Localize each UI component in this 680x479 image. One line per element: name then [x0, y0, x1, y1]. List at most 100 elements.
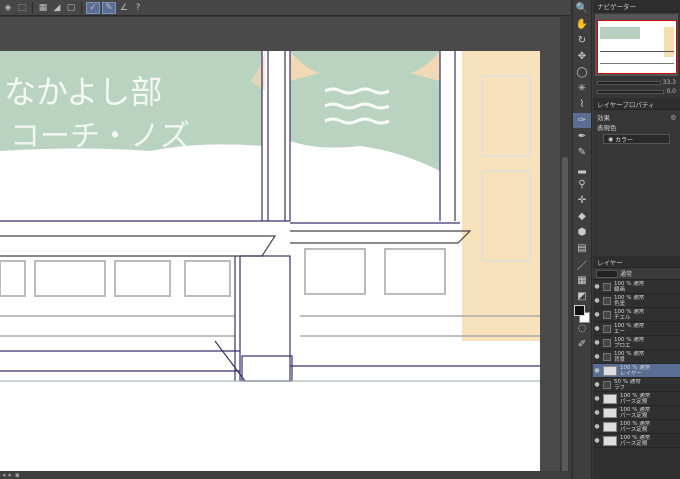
layer-thumbnail — [603, 393, 617, 404]
visibility-icon[interactable]: ● — [593, 311, 601, 318]
drawing-canvas[interactable]: なかよし部 コーチ・ノズ — [0, 51, 540, 471]
visibility-icon[interactable]: ● — [593, 423, 601, 430]
navigator-preview[interactable] — [595, 14, 678, 76]
visibility-icon[interactable]: ● — [593, 353, 601, 360]
blend-mode-bar: 通常 — [593, 268, 680, 280]
tool-palette: 🔍 ✋ ↻ ✥ ◯ ✳ ⌇ ✑ ✒ ✎ ▂ ⚲ ✛ ◆ ⬢ ▤ ／ ▦ ◩ A … — [572, 0, 592, 479]
blend-mode-select[interactable] — [596, 269, 618, 278]
pen-edit-icon[interactable]: ✎ — [102, 1, 116, 14]
layer-row[interactable]: ● 100 % 通常 パース定規 — [593, 434, 680, 448]
blend-tool-icon[interactable]: ✛ — [573, 193, 591, 208]
layer-panel-header[interactable]: レイヤー — [593, 256, 680, 268]
visibility-icon[interactable]: ● — [593, 381, 601, 388]
pen-line-icon[interactable]: ∠ — [118, 2, 130, 14]
layer-name: 100 % 通常 エー — [614, 322, 645, 335]
zoom-tool-icon[interactable]: 🔍 — [573, 1, 591, 16]
grid-icon[interactable]: ▦ — [37, 2, 49, 14]
divider — [32, 1, 33, 14]
layer-thumbnail — [603, 421, 617, 432]
layer-name: 100 % 通常 プロエ — [614, 336, 645, 349]
visibility-icon[interactable]: ● — [593, 367, 601, 374]
hand-tool-icon[interactable]: ✋ — [573, 17, 591, 32]
scrollbar-thumb[interactable] — [562, 157, 568, 479]
layer-thumbnail — [603, 407, 617, 418]
layer-row[interactable]: ● 100 % 通常 パース定規 — [593, 406, 680, 420]
layer-name: 100 % 通常 レイヤー — [620, 364, 651, 377]
decoration-tool-icon[interactable]: ⚲ — [573, 177, 591, 192]
pencil-tool-icon[interactable]: ✒ — [573, 129, 591, 144]
layer-row[interactable]: ● 50 % 通常 ラフ — [593, 378, 680, 392]
layer-row[interactable]: ● 100 % 通常 背景 — [593, 350, 680, 364]
gradient-tool-icon[interactable]: ▤ — [573, 241, 591, 256]
layer-panel: レイヤー 通常 ● 100 % 通常 線画 ● 100 % 通常 色塗 ● 100 % 通… — [593, 256, 680, 479]
square-icon[interactable]: ▢ — [65, 2, 77, 14]
navigator-header[interactable]: ナビゲーター — [593, 0, 680, 12]
visibility-icon[interactable]: ● — [593, 283, 601, 290]
display-color-select[interactable]: ◉ カラー — [603, 134, 670, 144]
chalkboard-text-2: コーチ・ノズ — [10, 119, 190, 154]
layer-property-header[interactable]: レイヤープロパティ — [593, 98, 680, 110]
zoom-value: 33.3 — [662, 79, 676, 86]
folder-icon — [603, 282, 611, 291]
lasso-tool-icon[interactable]: ◯ — [573, 65, 591, 80]
tone-icon[interactable]: ◢ — [51, 2, 63, 14]
brush-tool-icon[interactable]: ✎ — [573, 145, 591, 160]
visibility-icon[interactable]: ● — [593, 325, 601, 332]
rotate-left-icon[interactable]: ◂ — [2, 471, 6, 479]
layer-row[interactable]: ● 100 % 通常 プロエ — [593, 336, 680, 350]
fill-icon[interactable]: ◈ — [2, 2, 14, 14]
visibility-icon[interactable]: ● — [593, 339, 601, 346]
layer-name: 100 % 通常 線画 — [614, 280, 645, 293]
layer-row[interactable]: ● 100 % 通常 チエル — [593, 308, 680, 322]
layer-list: ● 100 % 通常 線画 ● 100 % 通常 色塗 ● 100 % 通常 チエル ● 10… — [593, 280, 680, 448]
canvas-area[interactable]: なかよし部 コーチ・ノズ — [0, 17, 570, 479]
foreground-color[interactable] — [574, 305, 585, 316]
flip-icon[interactable]: ▪ — [15, 471, 20, 479]
layer-row[interactable]: ● 100 % 通常 エー — [593, 322, 680, 336]
artwork: なかよし部 コーチ・ノズ — [0, 51, 540, 382]
rotate-right-icon[interactable]: ▸ — [9, 471, 13, 479]
blend-mode-value: 通常 — [620, 271, 633, 278]
eyedropper-icon[interactable]: ⌇ — [573, 97, 591, 112]
color-swatch[interactable] — [574, 305, 590, 325]
frame-tool-icon[interactable]: ▦ — [573, 273, 591, 288]
pen-check-icon[interactable]: ✓ — [86, 1, 100, 14]
eraser-tool-icon[interactable]: ◆ — [573, 209, 591, 224]
app-window: ◈ ⬚ ▦ ◢ ▢ ✓ ✎ ∠ ? なかよし部 コーチ・ノズ ◂ ▸ ▪ 🔍 ✋… — [0, 0, 680, 479]
layer-name: 100 % 通常 色塗 — [614, 294, 645, 307]
effects-toggle-icon[interactable]: ◎ — [670, 113, 676, 121]
airbrush-tool-icon[interactable]: ▂ — [573, 161, 591, 176]
layer-name: 50 % 通常 ラフ — [614, 378, 641, 391]
vertical-scrollbar[interactable] — [560, 17, 570, 479]
visibility-icon[interactable]: ● — [593, 395, 601, 402]
help-icon[interactable]: ? — [132, 2, 144, 14]
layer-thumbnail — [603, 435, 617, 446]
correct-line-tool-icon[interactable]: ✐ — [573, 337, 591, 352]
magic-wand-icon[interactable]: ✳ — [573, 81, 591, 96]
line-tool-icon[interactable]: ／ — [573, 257, 591, 272]
visibility-icon[interactable]: ● — [593, 297, 601, 304]
folder-icon — [603, 324, 611, 333]
zoom-slider[interactable]: 33.3 — [597, 78, 676, 87]
layer-row[interactable]: ● 100 % 通常 パース定規 — [593, 420, 680, 434]
layer-row[interactable]: ● 100 % 通常 パース定規 — [593, 392, 680, 406]
select-icon[interactable]: ⬚ — [16, 2, 28, 14]
layer-row[interactable]: ● 100 % 通常 色塗 — [593, 294, 680, 308]
move-tool-icon[interactable]: ✥ — [573, 49, 591, 64]
ruler-tool-icon[interactable]: ◩ — [573, 289, 591, 304]
navigator-title: ナビゲーター — [597, 2, 636, 11]
folder-icon — [603, 310, 611, 319]
rotate-tool-icon[interactable]: ↻ — [573, 33, 591, 48]
layer-property-title: レイヤープロパティ — [597, 100, 655, 109]
pen-tool-icon[interactable]: ✑ — [573, 113, 591, 128]
layer-name: 100 % 通常 パース定規 — [620, 392, 651, 405]
fill-tool-icon[interactable]: ⬢ — [573, 225, 591, 240]
angle-slider[interactable]: 0.0 — [597, 87, 676, 96]
visibility-icon[interactable]: ● — [593, 409, 601, 416]
status-bar: ◂ ▸ ▪ — [0, 471, 570, 479]
angle-value: 0.0 — [666, 88, 676, 95]
visibility-icon[interactable]: ● — [593, 437, 601, 444]
navigator-thumbnail[interactable] — [597, 20, 677, 74]
layer-row[interactable]: ● 100 % 通常 線画 — [593, 280, 680, 294]
layer-row[interactable]: ● 100 % 通常 レイヤー — [593, 364, 680, 378]
